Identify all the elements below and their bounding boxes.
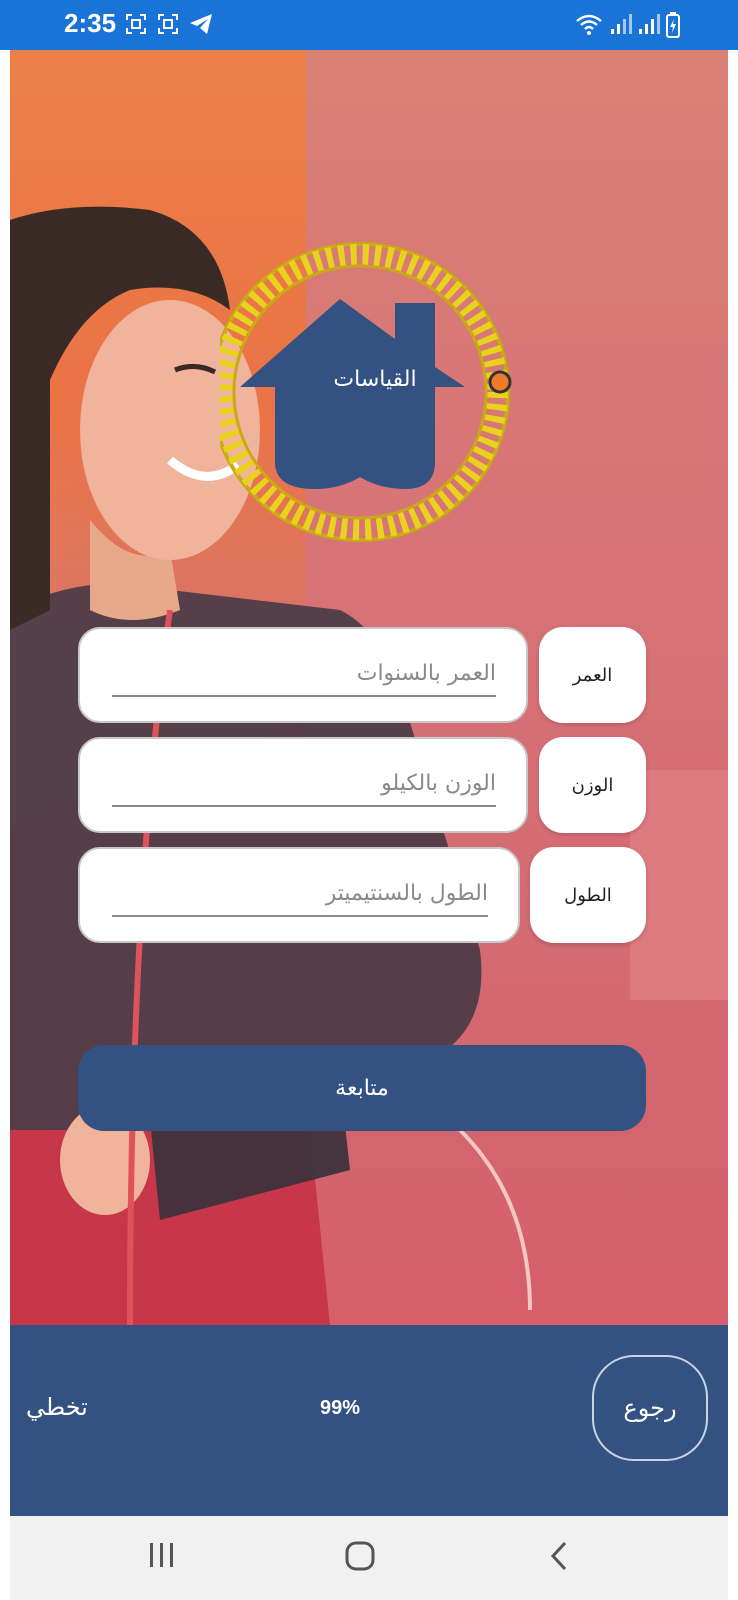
system-nav-bar [10,1516,728,1600]
status-bar: 2:35 [0,0,738,50]
screenshot-icon [126,14,146,34]
recent-apps-icon[interactable] [147,1540,177,1570]
age-input[interactable] [112,651,496,697]
weight-row: الوزن [78,737,646,835]
status-time: 2:35 [64,8,117,38]
logo-title: القياسات [333,367,417,392]
age-label: العمر [539,627,646,723]
height-label: الطول [530,847,646,943]
progress-text: 99% [320,1397,361,1419]
age-input-card [78,627,528,723]
measurements-logo: القياسات [210,227,520,557]
height-input[interactable] [112,871,488,917]
continue-button[interactable]: متابعة [78,1045,646,1131]
age-row: العمر [78,627,646,725]
back-icon[interactable] [547,1540,571,1572]
screenshot-icon [158,14,178,34]
height-input-card [78,847,520,943]
status-icons-right [574,12,680,38]
skip-button[interactable]: تخطي [26,1393,88,1421]
weight-input-card [78,737,528,833]
height-row: الطول [78,847,646,945]
wifi-icon [576,14,602,35]
weight-input[interactable] [112,761,496,807]
house-measuring-tape-icon [210,242,512,542]
signal-icon [639,14,660,34]
home-icon[interactable] [344,1540,376,1572]
status-icons-left [124,12,214,36]
telegram-icon [190,14,212,34]
bottom-bar: تخطي 99% رجوع [10,1325,728,1516]
weight-label: الوزن [539,737,646,833]
signal-icon [611,14,632,34]
back-button[interactable]: رجوع [592,1355,708,1461]
battery-charging-icon [666,12,680,38]
